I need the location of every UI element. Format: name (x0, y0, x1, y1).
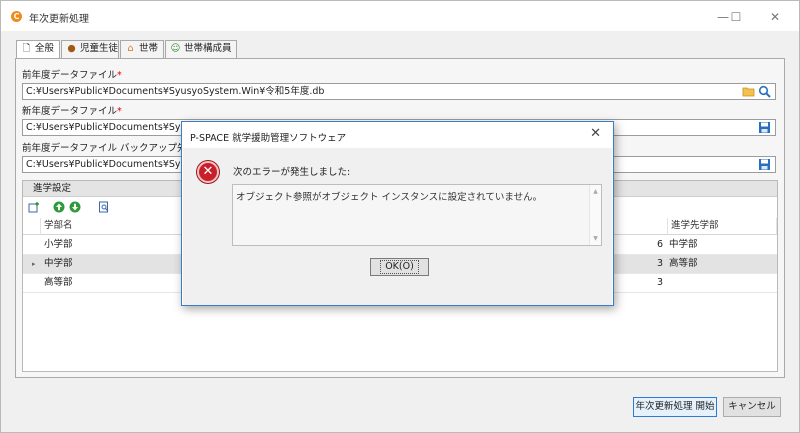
cell-number: 3 (657, 258, 664, 269)
row-header-corner (23, 218, 41, 235)
cell-name: 高等部 (44, 277, 73, 288)
tab-label: 児童生徒 (80, 43, 119, 54)
dialog-body: ✕ 次のエラーが発生しました: オブジェクト参照がオブジェクト インスタンスに設… (183, 148, 612, 305)
column-header-name[interactable]: 学部名 (41, 218, 186, 235)
tab-label: 世帯構成員 (184, 43, 232, 54)
cell-number: 3 (657, 277, 664, 288)
cell-name: 中学部 (44, 258, 73, 269)
preview-icon[interactable] (98, 201, 110, 213)
dialog-close-button[interactable]: ✕ (590, 126, 601, 141)
new-db-label: 新年度データファイル* (22, 106, 122, 117)
document-icon: 🗋 (22, 43, 31, 54)
title-bar: C 年次更新処理 — ☐ ✕ (1, 1, 799, 31)
prev-db-value: C:¥Users¥Public¥Documents¥SyusyoSystem.W… (26, 86, 325, 97)
detail-scrollbar[interactable]: ▲ ▼ (589, 185, 601, 245)
app-logo-icon: C (11, 11, 22, 22)
tab-household-members[interactable]: ☺ 世帯構成員 (165, 40, 237, 58)
tab-general[interactable]: 🗋 全般 (16, 40, 60, 59)
tab-students[interactable]: ● 児童生徒 (61, 40, 119, 58)
maximize-button[interactable]: ☐ (722, 7, 750, 27)
ok-button[interactable]: OK(O) (370, 258, 429, 276)
error-dialog: P-SPACE 就学援助管理ソフトウェア ✕ ✕ 次のエラーが発生しました: オ… (181, 121, 614, 306)
cell-number: 6 (657, 239, 664, 250)
add-row-icon[interactable] (28, 201, 40, 213)
move-up-icon[interactable] (53, 201, 65, 213)
backup-value: C:¥Users¥Public¥Documents¥Syusyo (26, 159, 203, 170)
required-mark: * (117, 106, 122, 117)
tab-label: 全般 (35, 43, 55, 54)
scroll-down-icon[interactable]: ▼ (590, 233, 601, 244)
cell-name: 小学部 (44, 239, 73, 250)
error-detail-box[interactable]: オブジェクト参照がオブジェクト インスタンスに設定されていません。 ▲ ▼ (232, 184, 602, 246)
start-annual-update-button[interactable]: 年次更新処理 開始 (633, 397, 717, 417)
ok-button-label: OK(O) (380, 260, 419, 274)
tab-household[interactable]: ⌂ 世帯 (120, 40, 164, 58)
house-icon: ⌂ (127, 43, 134, 54)
current-row-indicator: ▸ (32, 260, 36, 268)
prev-db-label: 前年度データファイル* (22, 70, 122, 81)
cell-target: 高等部 (669, 258, 698, 269)
dialog-title: P-SPACE 就学援助管理ソフトウェア (190, 133, 347, 144)
cell-target: 中学部 (669, 239, 698, 250)
required-mark: * (117, 70, 122, 81)
tab-label: 世帯 (139, 43, 159, 54)
move-down-icon[interactable] (69, 201, 81, 213)
close-window-button[interactable]: ✕ (761, 7, 789, 27)
search-icon[interactable] (758, 85, 771, 98)
column-header-target[interactable]: 進学先学部 (667, 218, 777, 235)
error-message: 次のエラーが発生しました: (233, 167, 351, 178)
folder-icon[interactable] (742, 85, 755, 98)
window-title: 年次更新処理 (29, 14, 89, 25)
new-db-value: C:¥Users¥Public¥Documents¥Syusyo (26, 122, 203, 133)
error-detail-text: オブジェクト参照がオブジェクト インスタンスに設定されていません。 (236, 192, 543, 203)
save-icon[interactable] (758, 158, 771, 171)
scroll-up-icon[interactable]: ▲ (590, 186, 601, 197)
prev-db-field[interactable]: C:¥Users¥Public¥Documents¥SyusyoSystem.W… (22, 83, 776, 100)
error-icon: ✕ (197, 161, 219, 183)
student-icon: ● (67, 43, 76, 54)
save-icon[interactable] (758, 121, 771, 134)
members-icon: ☺ (170, 43, 181, 54)
cancel-button[interactable]: キャンセル (723, 397, 781, 417)
